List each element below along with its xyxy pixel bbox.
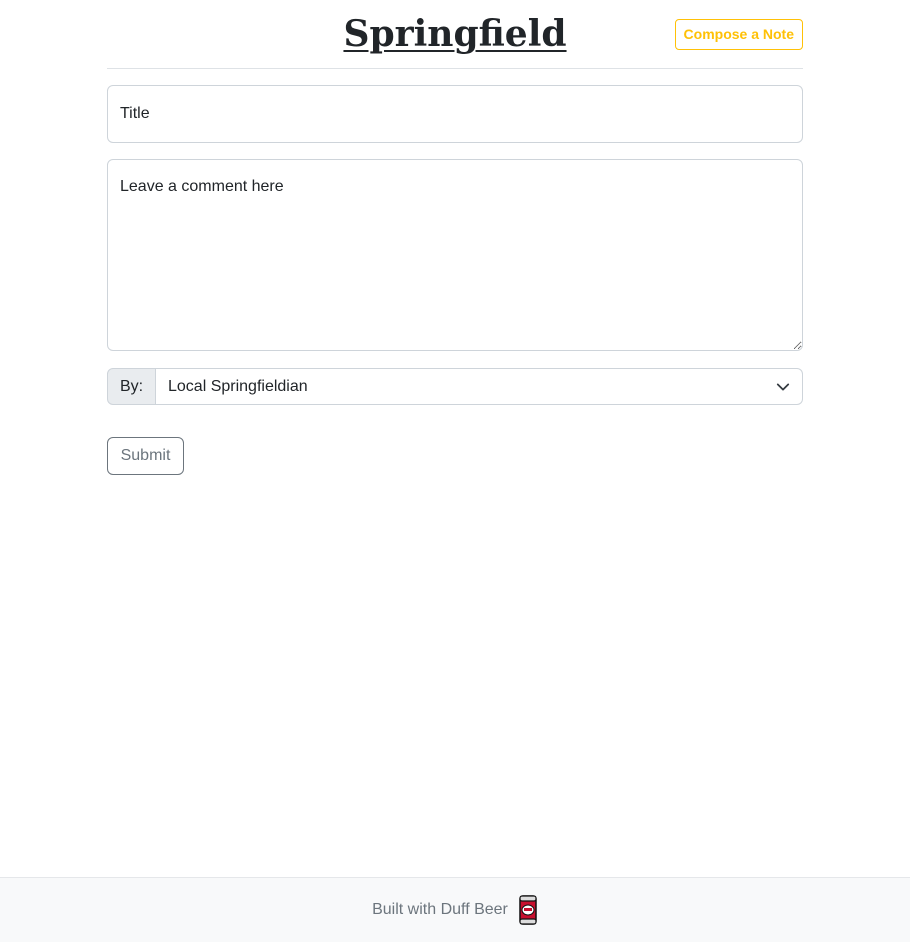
by-label: By: (107, 368, 156, 405)
author-select-group: By: Local Springfieldian (107, 368, 803, 405)
main-container: Springfield Compose a Note By: Local Spr… (107, 0, 803, 475)
footer-text: Built with Duff Beer (372, 901, 508, 918)
chevron-down-icon (776, 383, 790, 391)
comment-textarea[interactable] (107, 159, 803, 351)
header: Springfield Compose a Note (107, 0, 803, 69)
author-select-value: Local Springfieldian (168, 378, 308, 395)
title-input[interactable] (107, 85, 803, 143)
compose-note-button[interactable]: Compose a Note (674, 19, 803, 50)
duff-beer-can-icon (519, 895, 537, 925)
submit-button[interactable]: Submit (107, 437, 184, 475)
author-select[interactable]: Local Springfieldian (156, 368, 803, 405)
footer: Built with Duff Beer (0, 877, 910, 942)
